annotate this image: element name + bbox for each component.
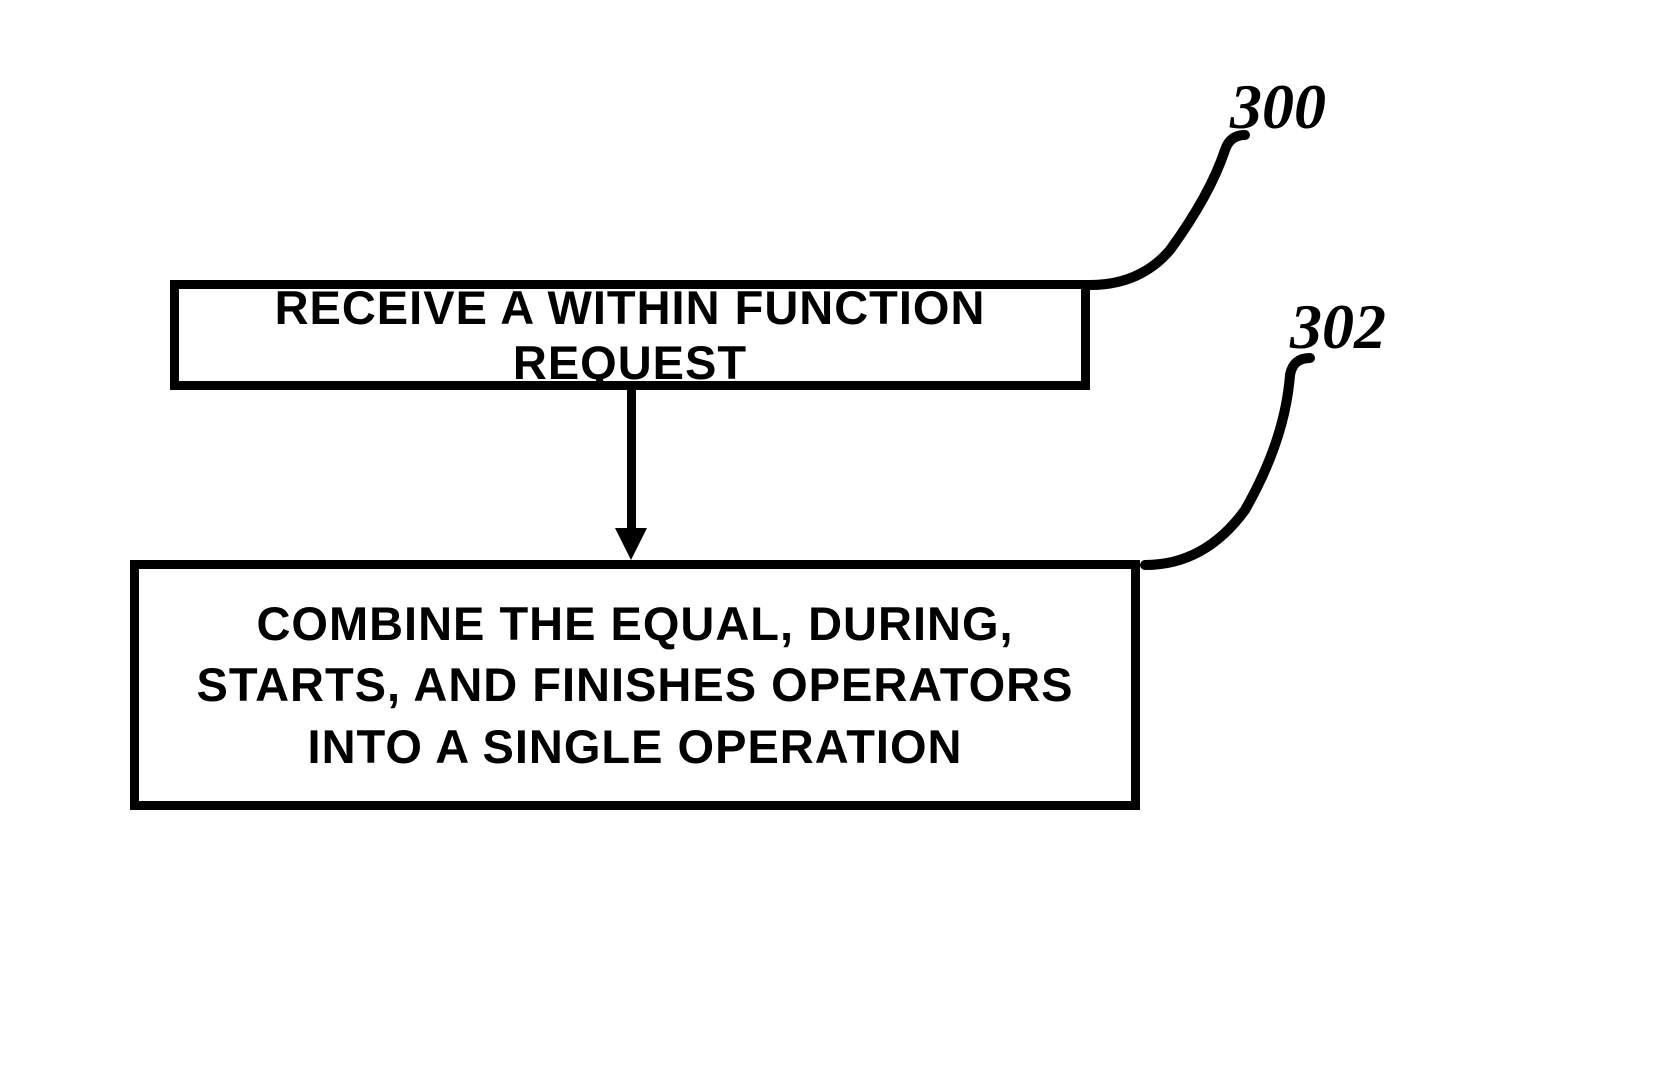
flowchart-container: RECEIVE A WITHIN FUNCTION REQUEST COMBIN…: [130, 280, 1530, 980]
step-2-text: COMBINE THE EQUAL, DURING, STARTS, AND F…: [169, 593, 1101, 776]
flow-arrow-head: [615, 528, 647, 560]
reference-label-300: 300: [1230, 70, 1326, 144]
flow-arrow-line: [627, 390, 636, 535]
flowchart-step-1: RECEIVE A WITHIN FUNCTION REQUEST: [170, 280, 1090, 390]
callout-line-302: [1135, 350, 1335, 570]
flowchart-step-2: COMBINE THE EQUAL, DURING, STARTS, AND F…: [130, 560, 1140, 810]
reference-label-302: 302: [1290, 290, 1386, 364]
step-1-text: RECEIVE A WITHIN FUNCTION REQUEST: [189, 280, 1071, 390]
callout-line-300: [1080, 130, 1300, 290]
